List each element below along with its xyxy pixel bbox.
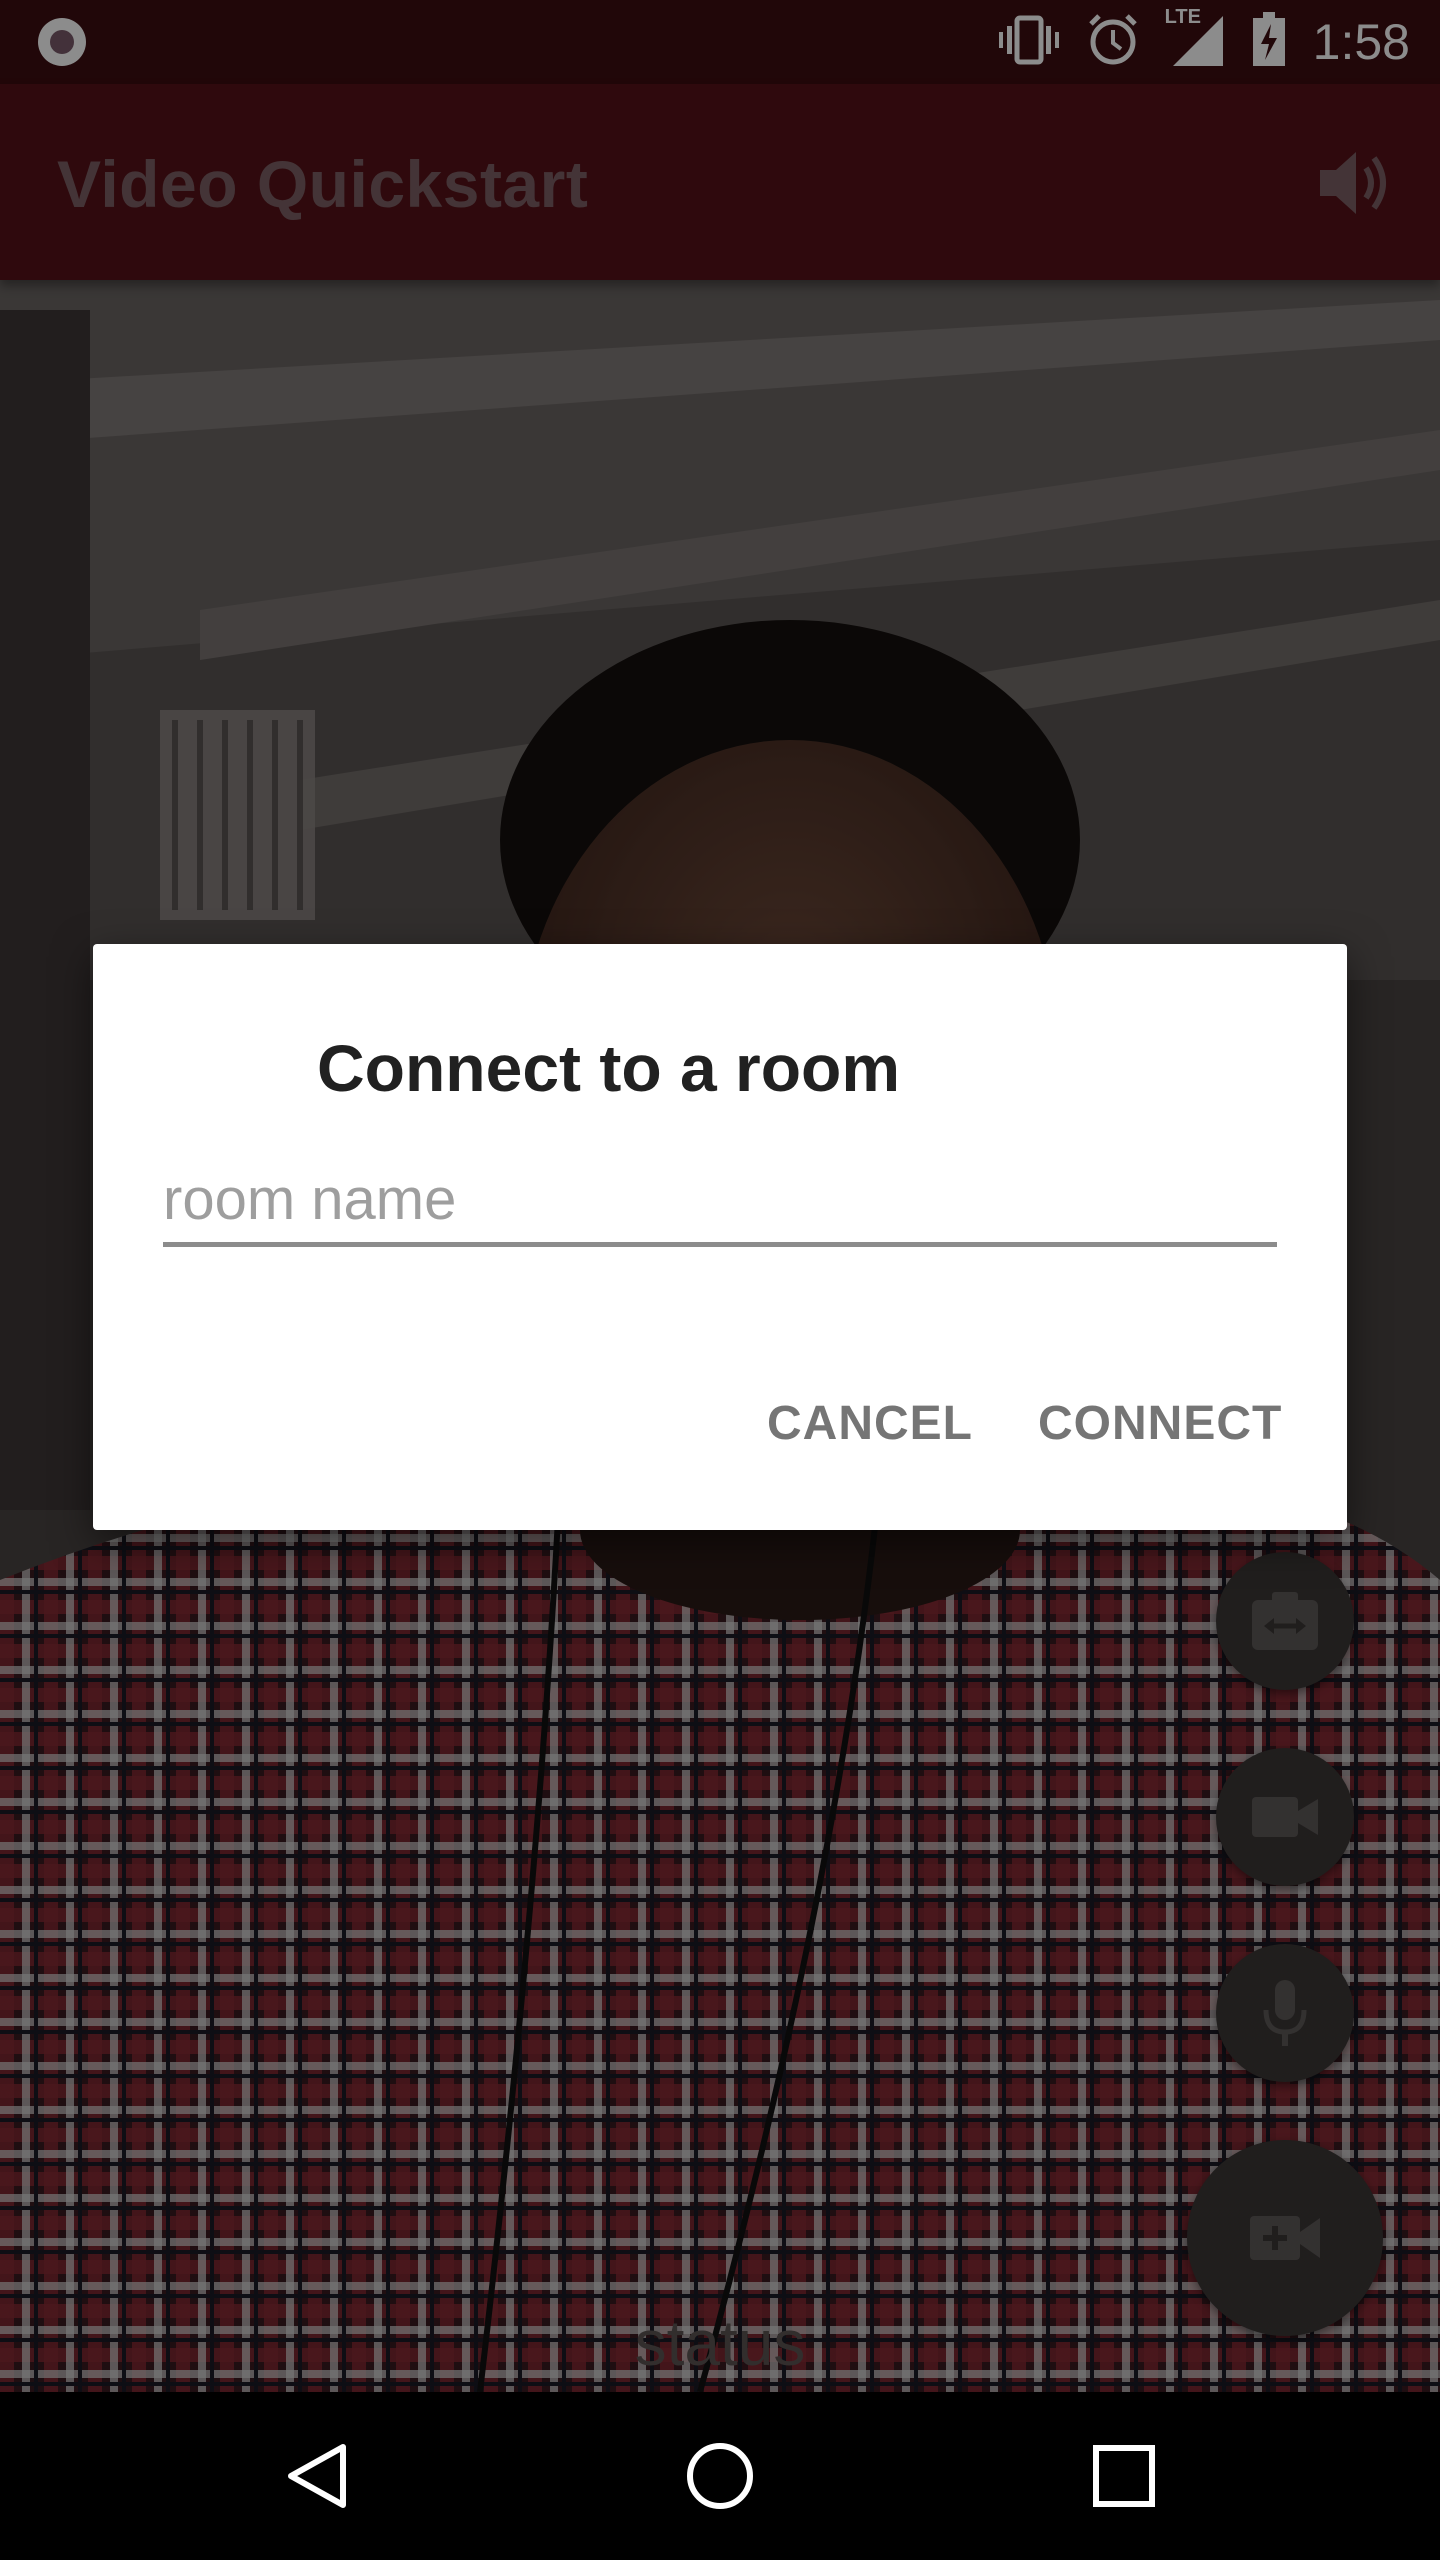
cancel-button[interactable]: CANCEL (767, 1396, 973, 1451)
connect-button[interactable]: CONNECT (1038, 1396, 1282, 1451)
home-icon (687, 2443, 753, 2509)
back-icon (288, 2444, 346, 2508)
navigation-bar (0, 2392, 1440, 2560)
recents-button[interactable] (1074, 2426, 1174, 2526)
app-screen: LTE 1:58 Video Quickstart status Connect… (0, 0, 1440, 2560)
room-name-input[interactable] (163, 1156, 1277, 1247)
dialog-title: Connect to a room (317, 1031, 901, 1105)
connect-dialog: Connect to a room CANCEL CONNECT (93, 944, 1347, 1530)
back-button[interactable] (268, 2426, 368, 2526)
recents-icon (1093, 2445, 1155, 2507)
home-button[interactable] (670, 2426, 770, 2526)
